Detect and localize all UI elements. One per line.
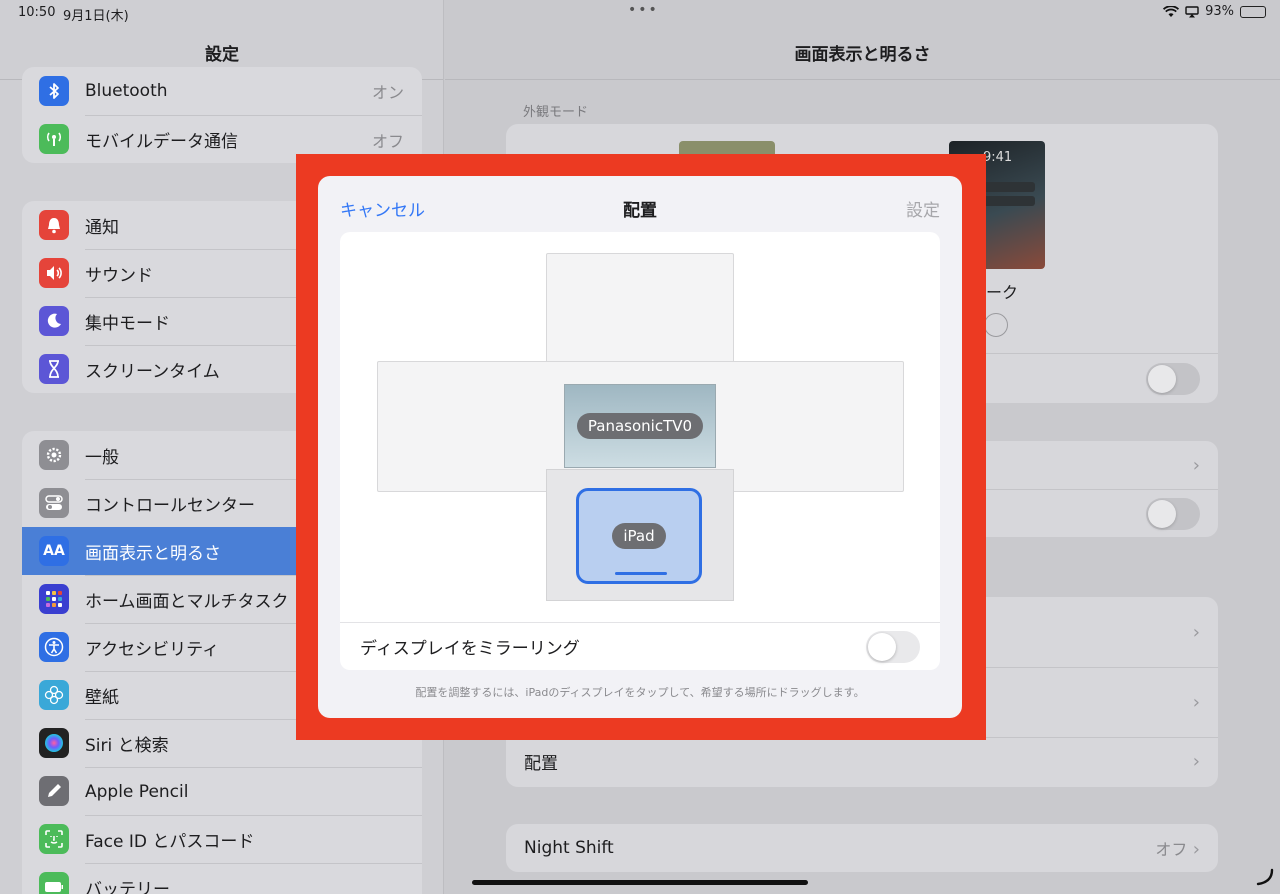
sidebar-item-label: 一般 [85, 447, 119, 468]
flower-icon [39, 680, 69, 710]
detail-toggle[interactable] [1146, 497, 1200, 530]
sidebar-item-label: コントロールセンター [85, 496, 255, 516]
dark-thumb-time: 9:41 [983, 150, 1013, 165]
pencil-corner-icon [1256, 868, 1274, 886]
chevron-right-icon: › [1192, 454, 1200, 476]
hourglass-icon [39, 354, 69, 384]
sidebar-item-content: Bluetooth オン [85, 67, 422, 115]
ipad-name-label: iPad [612, 523, 666, 549]
divider [445, 79, 1280, 80]
sidebar-item-label: Siri と検索 [85, 736, 169, 756]
speaker-icon [39, 258, 69, 288]
night-shift-row[interactable]: Night Shift オフ › [506, 824, 1218, 872]
sidebar-title: 設定 [205, 45, 239, 65]
bell-icon [39, 210, 69, 240]
sidebar-item-label: アクセシビリティ [85, 640, 220, 660]
sidebar-item[interactable]: Face ID とパスコード [22, 815, 422, 863]
status-date: 9月1日(木) [63, 9, 129, 24]
sidebar-item-label: 通知 [85, 217, 119, 238]
pencil-icon [39, 776, 69, 806]
faceid-icon [39, 824, 69, 854]
tv-name-label: PanasonicTV0 [576, 413, 704, 439]
chevron-right-icon: › [1192, 839, 1200, 860]
sidebar-item-label: ホーム画面とマルチタスク [85, 592, 289, 612]
chevron-right-icon: › [1192, 621, 1200, 643]
ipad-display[interactable]: iPad [576, 488, 702, 584]
chevron-right-icon: › [1192, 751, 1200, 772]
sidebar-item-label: サウンド [85, 266, 153, 286]
airplay-icon [1185, 5, 1199, 17]
mirror-display-toggle[interactable] [866, 630, 920, 663]
antenna-icon [39, 124, 69, 154]
moon-icon [39, 306, 69, 336]
sidebar-item-value: オン [371, 83, 404, 102]
aa-icon: AA [39, 536, 69, 566]
sidebar-item-content: Face ID とパスコード [85, 815, 422, 863]
sidebar-item-label: 画面表示と明るさ [85, 544, 221, 564]
arrangement-modal: キャンセル 配置 設定 PanasonicTV0 iPad ディスプレイをミラー… [318, 176, 962, 718]
automatic-toggle[interactable] [1146, 363, 1200, 395]
sidebar-item-label: スクリーンタイム [85, 362, 220, 382]
sidebar-item[interactable]: バッテリー [22, 863, 422, 894]
modal-title: 配置 [623, 201, 657, 221]
battery-icon [39, 872, 69, 894]
ipad-home-bar [615, 572, 667, 575]
siri-icon [39, 728, 69, 758]
arrangement-canvas[interactable]: PanasonicTV0 iPad [340, 232, 940, 622]
appearance-section-label: 外観モード [523, 105, 589, 120]
grid-icon [39, 584, 69, 614]
gear-icon [39, 440, 69, 470]
sidebar-group-connectivity: Bluetooth オンモバイルデータ通信 オフ [22, 67, 422, 163]
sidebar-item-label: Face ID とパスコード [85, 832, 255, 852]
night-shift-label: Night Shift [524, 838, 614, 858]
dark-mode-radio[interactable] [984, 313, 1008, 337]
sidebar-item[interactable]: Apple Pencil [22, 767, 422, 815]
chevron-right-icon: › [1192, 692, 1200, 713]
night-shift-group: Night Shift オフ › [506, 824, 1218, 872]
sidebar-item-label: 集中モード [85, 314, 170, 334]
bluetooth-icon [39, 76, 69, 106]
toggles-icon [39, 488, 69, 518]
sidebar-item-label: バッテリー [85, 880, 170, 894]
status-bar: 10:50 9月1日(木) ••• 93% [0, 0, 1280, 26]
status-right: 93% [1163, 4, 1266, 19]
wifi-icon [1163, 5, 1180, 17]
sidebar-item[interactable]: Bluetooth オン [22, 67, 422, 115]
sidebar-item-label: Apple Pencil [85, 781, 189, 802]
sidebar-item-content: Apple Pencil [85, 767, 422, 815]
sidebar-item-value: オフ [371, 131, 404, 151]
battery-percent: 93% [1205, 4, 1234, 19]
night-shift-value: オフ [1155, 840, 1188, 859]
battery-icon [1240, 5, 1266, 18]
sidebar-item-content: バッテリー [85, 863, 422, 894]
set-button[interactable]: 設定 [906, 196, 940, 221]
arrangement-hint: 配置を調整するには、iPadのディスプレイをタップして、希望する場所にドラッグし… [415, 686, 865, 699]
arrangement-label: 配置 [524, 754, 558, 774]
home-indicator[interactable] [472, 880, 808, 885]
detail-title: 画面表示と明るさ [794, 45, 931, 65]
mirror-display-label: ディスプレイをミラーリング [360, 639, 580, 659]
sidebar-item-label: モバイルデータ通信 [85, 132, 238, 152]
external-display[interactable]: PanasonicTV0 [564, 384, 716, 468]
mirror-display-row[interactable]: ディスプレイをミラーリング [340, 622, 940, 670]
accessibility-icon [39, 632, 69, 662]
multitask-dots-icon[interactable]: ••• [628, 2, 659, 18]
status-time: 10:50 [18, 5, 56, 20]
sidebar-item-label: Bluetooth [85, 81, 168, 101]
arrangement-row[interactable]: 配置 › [506, 737, 1218, 785]
sidebar-item-label: 壁紙 [85, 688, 119, 708]
